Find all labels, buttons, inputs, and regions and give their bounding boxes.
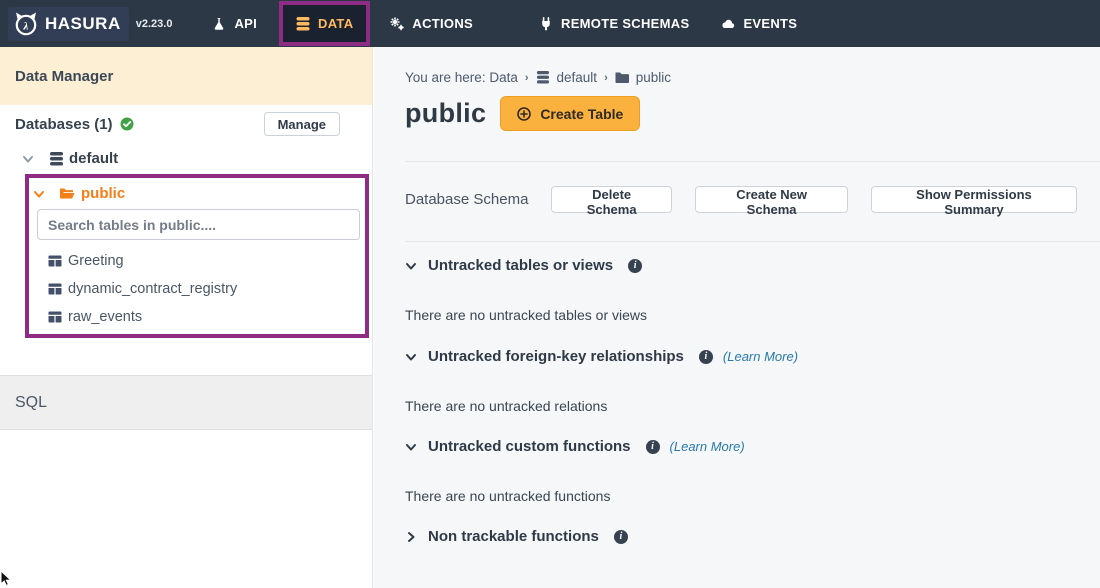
info-icon[interactable] [628,259,642,273]
databases-count-label: Databases (1) [15,116,113,133]
chevron-right-icon: › [525,72,529,84]
database-schema-label: Database Schema [405,191,551,208]
section-untracked-custom-functions[interactable]: Untracked custom functions (Learn More) [405,438,1100,455]
nav-tab-label: API [234,16,257,31]
manage-button[interactable]: Manage [264,112,340,136]
databases-row: Databases (1) Manage [15,111,340,137]
database-icon [296,17,310,31]
chevron-right-icon[interactable] [405,531,417,543]
data-manager-header[interactable]: Data Manager [0,47,372,105]
breadcrumb: You are here: Data › default › public [405,70,1100,85]
create-table-label: Create Table [540,106,623,122]
breadcrumb-root[interactable]: You are here: Data [405,70,518,85]
svg-text:λ: λ [23,20,29,32]
schema-name-label: public [81,185,125,202]
sidebar-item-table-raw-events[interactable]: raw_events [48,309,142,325]
create-new-schema-button[interactable]: Create New Schema [695,186,848,213]
section-untracked-tables[interactable]: Untracked tables or views [405,257,1100,274]
nav-tab-api[interactable]: API [212,16,257,31]
chevron-right-icon: › [604,72,608,84]
table-icon [48,255,62,267]
table-name-label: dynamic_contract_registry [68,281,237,297]
empty-state-text: There are no untracked tables or views [405,307,1100,323]
section-title: Untracked tables or views [428,257,613,274]
folder-open-icon [59,187,75,200]
section-non-trackable-functions[interactable]: Non trackable functions [405,528,1100,545]
gears-icon [390,17,404,31]
sidebar-item-default-database[interactable]: default [22,150,118,167]
table-icon [48,311,62,323]
sidebar-item-table-dynamic-contract-registry[interactable]: dynamic_contract_registry [48,281,237,297]
info-icon[interactable] [699,350,713,364]
database-icon [49,152,64,166]
nav-tab-remote-schemas[interactable]: REMOTE SCHEMAS [539,16,689,31]
section-untracked-foreign-keys[interactable]: Untracked foreign-key relationships (Lea… [405,348,1100,365]
chevron-down-icon[interactable] [405,260,417,272]
table-icon [48,283,62,295]
nav-tab-data[interactable]: DATA [296,16,353,31]
nav-tab-events[interactable]: EVENTS [721,16,797,31]
learn-more-link[interactable]: (Learn More) [723,349,798,364]
divider [405,161,1100,162]
section-title: Untracked custom functions [428,438,631,455]
sql-label: SQL [15,394,47,412]
create-table-button[interactable]: Create Table [500,96,640,131]
hasura-console: { "navbar": { "brand": "HASURA", "versio… [0,0,1100,588]
mouse-cursor [0,570,14,588]
sidebar-item-sql[interactable]: SQL [0,375,372,430]
hasura-logo-icon: λ [12,10,40,38]
database-icon [536,71,550,84]
empty-state-text: There are no untracked functions [405,488,1100,504]
cloud-icon [721,17,735,31]
empty-state-text: There are no untracked relations [405,398,1100,414]
info-icon[interactable] [646,440,660,454]
nav-tab-actions[interactable]: ACTIONS [390,16,473,31]
version-label: v2.23.0 [136,18,173,30]
sidebar-item-table-greeting[interactable]: Greeting [48,253,124,269]
section-title: Non trackable functions [428,528,599,545]
nav-tab-label: DATA [318,16,353,31]
learn-more-link[interactable]: (Learn More) [670,439,745,454]
top-navbar: λ HASURA v2.23.0 API DATA ACTIONS REMOTE… [0,0,1100,47]
table-name-label: raw_events [68,309,142,325]
chevron-down-icon[interactable] [405,441,417,453]
breadcrumb-schema[interactable]: public [636,70,671,85]
chevron-down-icon[interactable] [405,351,417,363]
search-tables-input[interactable] [37,209,360,240]
section-title: Untracked foreign-key relationships [428,348,684,365]
table-name-label: Greeting [68,253,124,269]
nav-data-annotation-box: DATA [279,1,370,46]
brand-name: HASURA [45,14,121,34]
chevron-down-icon[interactable] [22,153,34,165]
folder-icon [615,71,629,84]
flask-icon [212,17,226,31]
sidebar-item-public-schema[interactable]: public [33,185,125,202]
database-name-label: default [69,150,118,167]
title-row: public Create Table [405,96,1100,131]
data-sidebar: Data Manager Databases (1) Manage defaul… [0,47,373,588]
chevron-down-icon[interactable] [33,188,45,200]
schema-page: You are here: Data › default › public pu… [374,47,1100,588]
info-icon[interactable] [614,530,628,544]
nav-tab-label: EVENTS [743,16,797,31]
database-schema-row: Database Schema Delete Schema Create New… [405,186,1100,213]
nav-tab-label: REMOTE SCHEMAS [561,16,689,31]
divider [405,241,1100,242]
data-manager-label: Data Manager [15,68,113,85]
nav-tab-label: ACTIONS [412,16,473,31]
delete-schema-button[interactable]: Delete Schema [551,186,672,213]
plug-icon [539,17,553,31]
page-title: public [405,98,486,129]
hasura-brand[interactable]: λ HASURA [8,7,129,41]
check-circle-icon [120,117,134,131]
plus-circle-icon [517,107,531,121]
breadcrumb-database[interactable]: default [557,70,598,85]
show-permissions-summary-button[interactable]: Show Permissions Summary [871,186,1077,213]
